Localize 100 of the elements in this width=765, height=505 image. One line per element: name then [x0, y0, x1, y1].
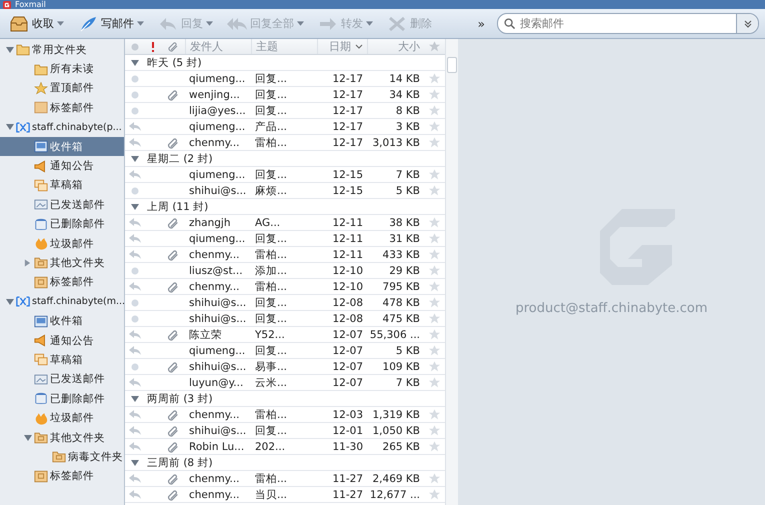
sender-cell-text: liusz@st...: [188, 264, 244, 278]
size-cell-text: 34 KB: [388, 88, 421, 102]
date-cell-text: 12-03: [331, 408, 364, 422]
folder-label: 标签邮件: [50, 100, 94, 115]
more-button[interactable]: »: [474, 16, 489, 30]
date-cell-text: 12-07: [331, 360, 364, 374]
date-cell-text: 12-17: [331, 120, 364, 134]
sender-cell-text: chenmy...: [188, 280, 241, 294]
size-cell-text: 1,050 KB: [372, 424, 421, 438]
folder-item[interactable]: 垃圾邮件: [0, 234, 124, 254]
date-cell-text: 12-11: [331, 248, 364, 262]
folder-item[interactable]: 通知公告: [0, 156, 124, 176]
date-cell-text: 11-30: [331, 440, 364, 454]
size-cell-text: 265 KB: [382, 440, 421, 454]
subject-cell-text: 产品...: [254, 120, 288, 134]
sender-cell-text: qiumeng...: [188, 344, 246, 358]
date-cell-text: 12-07: [331, 344, 364, 358]
search-field[interactable]: 搜索邮件: [497, 13, 759, 34]
folder-item[interactable]: 标签邮件: [0, 466, 124, 486]
folder-label: 垃圾邮件: [50, 236, 94, 251]
folder-item[interactable]: 草稿箱: [0, 350, 124, 370]
size-cell-text: 7 KB: [394, 168, 421, 182]
toolbar-button[interactable]: 收取: [6, 14, 67, 34]
subject-cell-text: 回复...: [254, 344, 288, 358]
date-cell-text: 12-17: [331, 88, 364, 102]
folder-item[interactable]: 标签邮件: [0, 272, 124, 292]
folder-label: staff.chinabyte(m...: [32, 296, 124, 308]
folder-item[interactable]: 已发送邮件: [0, 195, 124, 215]
folder-item[interactable]: 其他文件夹: [0, 428, 124, 448]
folder-item[interactable]: 置顶邮件: [0, 78, 124, 98]
size-cell-text: 2,469 KB: [372, 472, 421, 486]
date-cell-text: 12-11: [331, 216, 364, 230]
size-cell-text: 7 KB: [394, 376, 421, 390]
folder-label: 收件箱: [50, 140, 83, 154]
size-cell-text: 5 KB: [394, 344, 421, 358]
toolbar-button[interactable]: 写邮件: [75, 14, 147, 34]
size-cell-text: 31 KB: [388, 232, 421, 246]
folder-label: 其他文件夹: [50, 256, 105, 270]
subject-cell-text: 雷柏...: [254, 136, 288, 150]
folder-item[interactable]: 标签邮件: [0, 98, 124, 118]
size-cell-text: 795 KB: [382, 280, 421, 294]
size-cell-text: 38 KB: [388, 216, 421, 230]
date-cell-text: 12-10: [331, 280, 364, 294]
size-cell-text: 475 KB: [382, 312, 421, 326]
folder-item[interactable]: staff.chinabyte(p...: [0, 118, 124, 137]
folder-item[interactable]: staff.chinabyte(m...: [0, 292, 124, 312]
folder-item[interactable]: 收件箱: [0, 311, 124, 331]
sender-cell-text: chenmy...: [188, 488, 241, 502]
date-cell-text: 12-07: [331, 328, 364, 342]
date-cell-text: 12-08: [331, 312, 364, 326]
subject-cell-text: 回复...: [254, 104, 288, 118]
date-cell-text: 12-17: [331, 104, 364, 118]
folder-label: staff.chinabyte(p...: [32, 122, 122, 133]
subject-cell-text: 麻烦...: [254, 184, 288, 198]
folder-item[interactable]: 其他文件夹: [0, 253, 124, 273]
folder-item[interactable]: 收件箱: [0, 136, 124, 156]
folder-item[interactable]: 已删除邮件: [0, 389, 124, 408]
date-cell-text: 12-17: [331, 136, 364, 150]
sender-cell-text: zhangjh: [188, 216, 232, 230]
size-cell-text: 55,306 ...: [368, 328, 421, 342]
folder-item[interactable]: 所有未读: [0, 59, 124, 79]
folder-label: 置顶邮件: [50, 81, 94, 96]
group-header[interactable]: 上周 (11 封): [125, 199, 445, 215]
subject-cell-text: 回复...: [254, 232, 288, 246]
folder-item[interactable]: 通知公告: [0, 330, 124, 350]
size-cell-text: 5 KB: [394, 184, 421, 198]
date-cell-text: 12-15: [331, 168, 364, 182]
date-cell-text: 12-17: [331, 72, 364, 86]
folder-item[interactable]: 常用文件夹: [0, 40, 124, 60]
folder-item[interactable]: 草稿箱: [0, 176, 124, 196]
subject-cell-text: 202...: [254, 440, 286, 454]
sender-cell-text: shihui@s...: [188, 312, 248, 326]
subject-cell-text: 回复...: [254, 424, 288, 438]
folder-label: 收件箱: [50, 314, 83, 328]
group-header[interactable]: 三周前 (8 封): [125, 455, 445, 471]
group-header[interactable]: 昨天 (5 封): [125, 55, 445, 71]
sender-cell-text: shihui@s...: [188, 360, 248, 374]
folder-label: 已删除邮件: [50, 392, 105, 406]
folder-item[interactable]: 病毒文件夹: [0, 447, 124, 467]
subject-cell-text: 回复...: [254, 72, 288, 86]
sender-cell-text: chenmy...: [188, 408, 241, 422]
sender-cell-text: qiumeng...: [188, 232, 246, 246]
subject-cell-text: 易事...: [254, 360, 288, 374]
subject-cell-text: 雷柏...: [254, 248, 288, 262]
folder-label: 草稿箱: [50, 178, 83, 192]
folder-item[interactable]: 已发送邮件: [0, 370, 124, 390]
folder-item[interactable]: 已删除邮件: [0, 214, 124, 234]
sender-cell-text: chenmy...: [188, 136, 241, 150]
group-header[interactable]: 两周前 (3 封): [125, 391, 445, 407]
size-cell-text: 478 KB: [382, 296, 421, 310]
group-header[interactable]: 星期二 (2 封): [125, 151, 445, 167]
folder-item[interactable]: 垃圾邮件: [0, 408, 124, 428]
size-cell-text: 3,013 KB: [372, 136, 421, 150]
folder-label: 垃圾邮件: [50, 411, 94, 426]
sender-cell-text: shihui@s...: [188, 296, 248, 310]
subject-cell-text: 云米...: [254, 376, 288, 390]
folder-label: 通知公告: [50, 334, 94, 348]
date-cell-text: 12-07: [331, 376, 364, 390]
sender-cell-text: shihui@s...: [188, 184, 248, 198]
subject-cell-text: 回复...: [254, 296, 288, 310]
